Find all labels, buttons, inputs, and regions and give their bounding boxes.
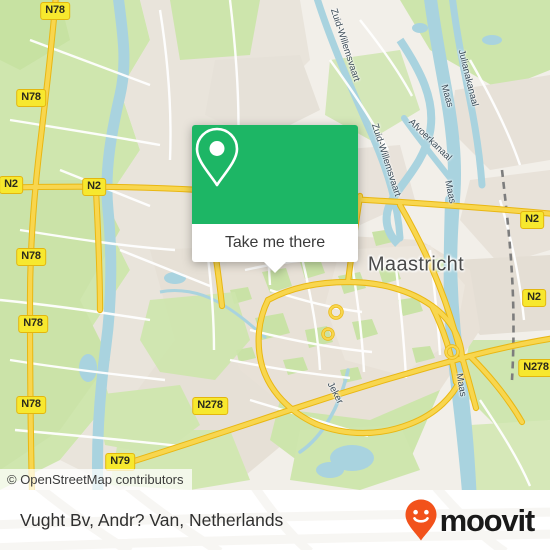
road-shield: N78 <box>18 315 48 333</box>
road-shield: N78 <box>16 396 46 414</box>
moovit-wordmark: moovit <box>439 502 536 538</box>
road-shield: N78 <box>40 2 70 20</box>
moovit-logo[interactable]: moovit <box>404 498 536 542</box>
osm-attribution[interactable]: © OpenStreetMap contributors <box>0 469 192 490</box>
popup-tail <box>264 262 286 273</box>
road-shield: N2 <box>520 211 544 229</box>
road-shield: N78 <box>16 248 46 266</box>
road-shield: N2 <box>0 176 23 194</box>
popup-action-bar[interactable]: Take me there <box>192 224 358 273</box>
road-shield: N2 <box>522 289 546 307</box>
road-shield: N2 <box>82 178 106 196</box>
footer-bar: Vught Bv, Andr? Van, Netherlands moovit <box>0 490 550 550</box>
popup-image-area <box>192 125 358 224</box>
road-shield: N278 <box>192 397 228 415</box>
map-pin-icon <box>195 127 239 187</box>
location-popup-card[interactable]: Take me there <box>192 125 358 273</box>
road-shield: N278 <box>518 359 550 377</box>
map-canvas[interactable]: N78 N78 N2 N2 N78 N78 N78 N278 N79 N2 N2… <box>0 0 550 490</box>
screenshot-root: N78 N78 N2 N2 N78 N78 N78 N278 N79 N2 N2… <box>0 0 550 550</box>
take-me-there-label: Take me there <box>224 234 326 251</box>
road-shield: N78 <box>16 89 46 107</box>
place-label-maastricht: Maastricht <box>367 253 465 276</box>
location-title: Vught Bv, Andr? Van, Netherlands <box>20 509 284 530</box>
moovit-smiley-pin-icon <box>405 499 437 541</box>
